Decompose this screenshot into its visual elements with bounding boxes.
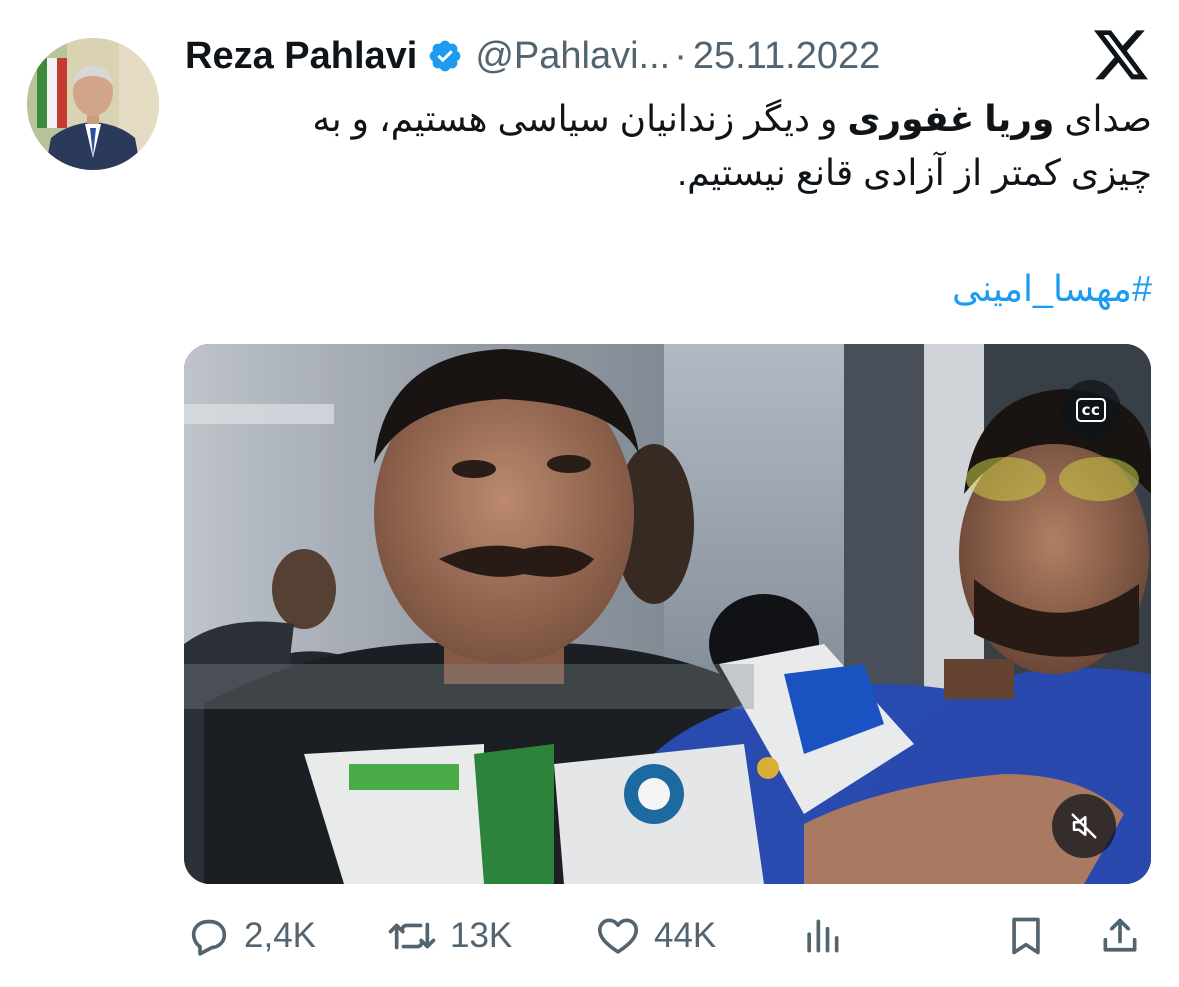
captions-button[interactable]: cc	[1061, 380, 1121, 440]
reply-button[interactable]: 2,4K	[186, 906, 316, 966]
tweet-text-line-1: صدای وریا غفوری و دیگر زندانیان سیاسی هس…	[200, 92, 1152, 146]
video-player[interactable]	[184, 344, 1151, 884]
tweet-bold-name: وریا غفوری	[847, 98, 1055, 139]
hashtag-link[interactable]: #مهسا_امینی	[200, 262, 1152, 316]
tweet-text-suffix: و دیگر زندانیان سیاسی هستیم، و به	[312, 98, 848, 139]
speaker-muted-icon	[1071, 813, 1097, 839]
tweet-text-line-2: چیزی کمتر از آزادی قانع نیستیم.	[677, 152, 1152, 193]
like-count: 44K	[654, 916, 717, 955]
tweet-text: صدای وریا غفوری و دیگر زندانیان سیاسی هس…	[200, 92, 1152, 200]
verified-badge-icon[interactable]	[427, 38, 463, 74]
retweet-count: 13K	[450, 916, 513, 955]
x-logo-icon[interactable]	[1094, 30, 1150, 82]
reply-icon	[191, 919, 227, 956]
video-frame	[184, 344, 1151, 884]
cc-icon: cc	[1075, 398, 1107, 422]
views-button[interactable]	[800, 906, 844, 966]
mute-button[interactable]	[1052, 794, 1116, 858]
tweet-text-prefix: صدای	[1054, 98, 1152, 139]
bookmark-icon	[1012, 917, 1040, 955]
author-handle[interactable]: @Pahlavi...	[475, 35, 670, 78]
reply-count: 2,4K	[244, 916, 316, 955]
like-button[interactable]: 44K	[594, 906, 716, 966]
retweet-icon	[388, 922, 436, 950]
share-button[interactable]	[1098, 906, 1142, 966]
bookmark-button[interactable]	[1004, 906, 1048, 966]
header-separator: ·	[674, 34, 687, 77]
tweet-header: Reza Pahlavi @Pahlavi... · 25.11.2022	[185, 28, 880, 84]
share-icon	[1103, 918, 1137, 952]
heart-icon	[597, 918, 639, 954]
retweet-button[interactable]: 13K	[386, 906, 512, 966]
avatar[interactable]	[27, 38, 159, 170]
author-display-name[interactable]: Reza Pahlavi	[185, 35, 417, 78]
bar-chart-icon	[807, 919, 839, 953]
tweet-date[interactable]: 25.11.2022	[693, 35, 880, 78]
tweet-actions-bar: 2,4K 13K 44K	[186, 906, 1150, 966]
